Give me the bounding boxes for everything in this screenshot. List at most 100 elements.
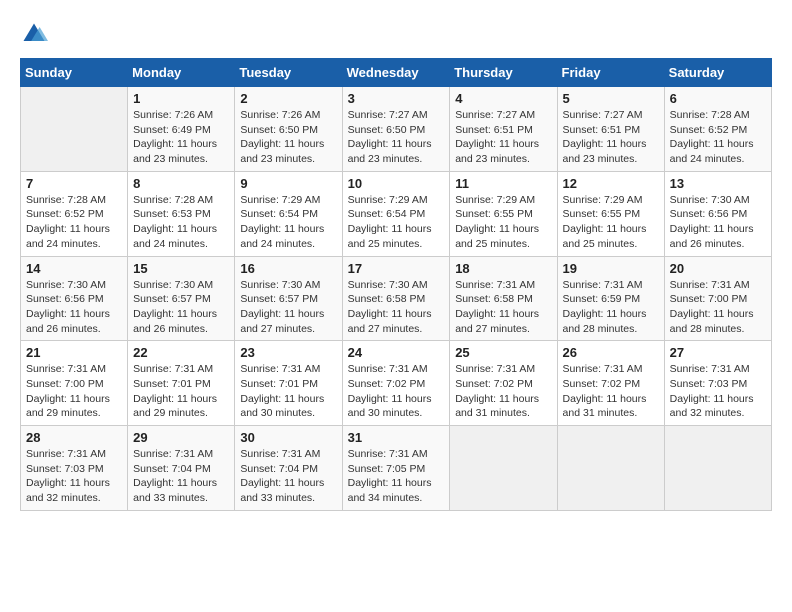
week-row-1: 1 Sunrise: 7:26 AMSunset: 6:49 PMDaylight… [21, 87, 772, 172]
day-number: 3 [348, 91, 445, 106]
day-number: 23 [240, 345, 336, 360]
day-cell: 30 Sunrise: 7:31 AMSunset: 7:04 PMDayligh… [235, 426, 342, 511]
day-cell: 19 Sunrise: 7:31 AMSunset: 6:59 PMDayligh… [557, 256, 664, 341]
day-number: 28 [26, 430, 122, 445]
day-info: Sunrise: 7:26 AMSunset: 6:49 PMDaylight:… [133, 108, 229, 167]
day-cell: 14 Sunrise: 7:30 AMSunset: 6:56 PMDayligh… [21, 256, 128, 341]
day-cell [450, 426, 557, 511]
day-cell: 13 Sunrise: 7:30 AMSunset: 6:56 PMDayligh… [664, 171, 771, 256]
day-number: 11 [455, 176, 551, 191]
day-number: 16 [240, 261, 336, 276]
day-info: Sunrise: 7:31 AMSunset: 6:59 PMDaylight:… [563, 278, 659, 337]
day-info: Sunrise: 7:31 AMSunset: 7:04 PMDaylight:… [240, 447, 336, 506]
day-info: Sunrise: 7:31 AMSunset: 7:00 PMDaylight:… [670, 278, 766, 337]
day-number: 15 [133, 261, 229, 276]
week-row-4: 21 Sunrise: 7:31 AMSunset: 7:00 PMDayligh… [21, 341, 772, 426]
day-cell: 22 Sunrise: 7:31 AMSunset: 7:01 PMDayligh… [128, 341, 235, 426]
day-info: Sunrise: 7:28 AMSunset: 6:52 PMDaylight:… [26, 193, 122, 252]
day-cell: 2 Sunrise: 7:26 AMSunset: 6:50 PMDaylight… [235, 87, 342, 172]
week-row-5: 28 Sunrise: 7:31 AMSunset: 7:03 PMDayligh… [21, 426, 772, 511]
day-number: 20 [670, 261, 766, 276]
calendar-header: SundayMondayTuesdayWednesdayThursdayFrid… [21, 59, 772, 87]
week-row-2: 7 Sunrise: 7:28 AMSunset: 6:52 PMDaylight… [21, 171, 772, 256]
day-info: Sunrise: 7:30 AMSunset: 6:57 PMDaylight:… [240, 278, 336, 337]
header-cell-wednesday: Wednesday [342, 59, 450, 87]
day-cell: 25 Sunrise: 7:31 AMSunset: 7:02 PMDayligh… [450, 341, 557, 426]
day-number: 24 [348, 345, 445, 360]
day-cell: 15 Sunrise: 7:30 AMSunset: 6:57 PMDayligh… [128, 256, 235, 341]
day-number: 5 [563, 91, 659, 106]
day-info: Sunrise: 7:26 AMSunset: 6:50 PMDaylight:… [240, 108, 336, 167]
day-cell: 28 Sunrise: 7:31 AMSunset: 7:03 PMDayligh… [21, 426, 128, 511]
day-info: Sunrise: 7:29 AMSunset: 6:55 PMDaylight:… [563, 193, 659, 252]
day-info: Sunrise: 7:27 AMSunset: 6:50 PMDaylight:… [348, 108, 445, 167]
day-cell: 7 Sunrise: 7:28 AMSunset: 6:52 PMDaylight… [21, 171, 128, 256]
day-number: 9 [240, 176, 336, 191]
day-info: Sunrise: 7:31 AMSunset: 7:02 PMDaylight:… [348, 362, 445, 421]
day-number: 2 [240, 91, 336, 106]
day-cell: 10Sunrise: 7:29 AMSunset: 6:54 PMDayligh… [342, 171, 450, 256]
day-info: Sunrise: 7:31 AMSunset: 7:02 PMDaylight:… [455, 362, 551, 421]
day-info: Sunrise: 7:31 AMSunset: 7:01 PMDaylight:… [133, 362, 229, 421]
day-info: Sunrise: 7:31 AMSunset: 6:58 PMDaylight:… [455, 278, 551, 337]
day-cell: 3 Sunrise: 7:27 AMSunset: 6:50 PMDaylight… [342, 87, 450, 172]
day-info: Sunrise: 7:31 AMSunset: 7:03 PMDaylight:… [26, 447, 122, 506]
day-number: 13 [670, 176, 766, 191]
day-info: Sunrise: 7:30 AMSunset: 6:57 PMDaylight:… [133, 278, 229, 337]
day-number: 8 [133, 176, 229, 191]
day-number: 29 [133, 430, 229, 445]
day-info: Sunrise: 7:31 AMSunset: 7:00 PMDaylight:… [26, 362, 122, 421]
day-number: 21 [26, 345, 122, 360]
day-number: 26 [563, 345, 659, 360]
header-cell-thursday: Thursday [450, 59, 557, 87]
day-cell: 6Sunrise: 7:28 AMSunset: 6:52 PMDaylight… [664, 87, 771, 172]
day-cell: 11 Sunrise: 7:29 AMSunset: 6:55 PMDayligh… [450, 171, 557, 256]
day-info: Sunrise: 7:30 AMSunset: 6:56 PMDaylight:… [26, 278, 122, 337]
logo [20, 20, 52, 48]
header-cell-friday: Friday [557, 59, 664, 87]
day-cell: 1 Sunrise: 7:26 AMSunset: 6:49 PMDaylight… [128, 87, 235, 172]
calendar-body: 1 Sunrise: 7:26 AMSunset: 6:49 PMDaylight… [21, 87, 772, 511]
day-cell: 12 Sunrise: 7:29 AMSunset: 6:55 PMDayligh… [557, 171, 664, 256]
day-number: 12 [563, 176, 659, 191]
day-number: 14 [26, 261, 122, 276]
day-number: 25 [455, 345, 551, 360]
header-cell-saturday: Saturday [664, 59, 771, 87]
day-info: Sunrise: 7:29 AMSunset: 6:54 PMDaylight:… [240, 193, 336, 252]
day-cell: 27Sunrise: 7:31 AMSunset: 7:03 PMDayligh… [664, 341, 771, 426]
day-cell: 5Sunrise: 7:27 AMSunset: 6:51 PMDaylight… [557, 87, 664, 172]
day-cell: 23Sunrise: 7:31 AMSunset: 7:01 PMDayligh… [235, 341, 342, 426]
day-info: Sunrise: 7:29 AMSunset: 6:55 PMDaylight:… [455, 193, 551, 252]
day-cell: 24 Sunrise: 7:31 AMSunset: 7:02 PMDayligh… [342, 341, 450, 426]
day-cell: 9 Sunrise: 7:29 AMSunset: 6:54 PMDaylight… [235, 171, 342, 256]
day-cell [21, 87, 128, 172]
day-number: 10 [348, 176, 445, 191]
header-row: SundayMondayTuesdayWednesdayThursdayFrid… [21, 59, 772, 87]
day-number: 6 [670, 91, 766, 106]
day-cell: 18 Sunrise: 7:31 AMSunset: 6:58 PMDayligh… [450, 256, 557, 341]
calendar-table: SundayMondayTuesdayWednesdayThursdayFrid… [20, 58, 772, 511]
day-cell: 26 Sunrise: 7:31 AMSunset: 7:02 PMDayligh… [557, 341, 664, 426]
day-info: Sunrise: 7:31 AMSunset: 7:04 PMDaylight:… [133, 447, 229, 506]
day-number: 18 [455, 261, 551, 276]
header-cell-sunday: Sunday [21, 59, 128, 87]
day-info: Sunrise: 7:30 AMSunset: 6:56 PMDaylight:… [670, 193, 766, 252]
logo-icon [20, 20, 48, 48]
day-cell [664, 426, 771, 511]
day-info: Sunrise: 7:30 AMSunset: 6:58 PMDaylight:… [348, 278, 445, 337]
day-number: 19 [563, 261, 659, 276]
day-number: 7 [26, 176, 122, 191]
page-header [20, 20, 772, 48]
day-cell: 17Sunrise: 7:30 AMSunset: 6:58 PMDayligh… [342, 256, 450, 341]
day-cell: 8Sunrise: 7:28 AMSunset: 6:53 PMDaylight… [128, 171, 235, 256]
day-info: Sunrise: 7:31 AMSunset: 7:05 PMDaylight:… [348, 447, 445, 506]
day-info: Sunrise: 7:31 AMSunset: 7:02 PMDaylight:… [563, 362, 659, 421]
day-cell: 31Sunrise: 7:31 AMSunset: 7:05 PMDayligh… [342, 426, 450, 511]
week-row-3: 14 Sunrise: 7:30 AMSunset: 6:56 PMDayligh… [21, 256, 772, 341]
day-cell [557, 426, 664, 511]
header-cell-monday: Monday [128, 59, 235, 87]
day-number: 22 [133, 345, 229, 360]
day-number: 30 [240, 430, 336, 445]
day-number: 1 [133, 91, 229, 106]
day-info: Sunrise: 7:31 AMSunset: 7:03 PMDaylight:… [670, 362, 766, 421]
